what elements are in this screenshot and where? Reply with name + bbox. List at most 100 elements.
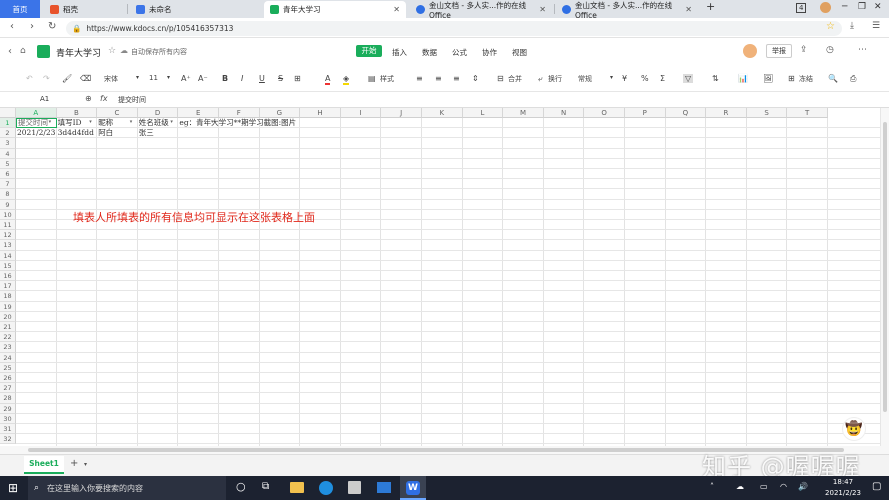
merge-icon[interactable]: ⊟	[497, 74, 504, 83]
align-left-icon[interactable]: ≡	[416, 74, 423, 83]
row-header[interactable]: 13	[0, 240, 16, 251]
search-icon[interactable]: 🔍	[828, 74, 838, 83]
tray-chevron-icon[interactable]: ˄	[710, 482, 714, 491]
filter-dropdown-icon[interactable]: ▾	[170, 119, 173, 125]
download-icon[interactable]: ⤓	[850, 21, 854, 31]
undo-icon[interactable]: ↶	[26, 74, 33, 83]
close-icon[interactable]: ✕	[393, 5, 400, 14]
row-header[interactable]: 20	[0, 311, 16, 322]
wrap-button[interactable]: 换行	[548, 74, 562, 84]
cortana-icon[interactable]: ○	[236, 480, 246, 493]
filter-dropdown-icon[interactable]: ▾	[49, 119, 52, 125]
chevron-down-icon[interactable]: ▾	[84, 461, 87, 468]
restore-icon[interactable]: ❐	[858, 2, 866, 12]
sheet-tab-active[interactable]: Sheet1	[24, 456, 64, 474]
sum-icon[interactable]: Σ	[660, 74, 665, 83]
row-header[interactable]: 19	[0, 301, 16, 312]
close-window-icon[interactable]: ✕	[874, 2, 882, 12]
row-header[interactable]: 31	[0, 424, 16, 435]
font-size-select[interactable]: 11	[149, 74, 158, 82]
underline-icon[interactable]: U	[259, 74, 265, 83]
tab-start[interactable]: 开始	[356, 45, 382, 57]
tab-data[interactable]: 数据	[422, 47, 437, 58]
user-avatar[interactable]	[743, 44, 757, 58]
clock-date[interactable]: 2021/2/23	[818, 489, 868, 497]
new-tab-button[interactable]: +	[706, 0, 715, 13]
file-explorer-icon[interactable]	[290, 482, 304, 493]
mail-icon[interactable]	[377, 482, 391, 493]
row-header[interactable]: 4	[0, 148, 16, 159]
row-header[interactable]: 29	[0, 403, 16, 414]
row-header[interactable]: 5	[0, 158, 16, 169]
row-header[interactable]: 18	[0, 291, 16, 302]
filter-dropdown-icon[interactable]: ▾	[130, 119, 133, 125]
close-icon[interactable]: ✕	[539, 5, 546, 14]
cell-b2[interactable]: 3d4d4fdd	[57, 128, 98, 138]
row-header[interactable]: 3	[0, 138, 16, 149]
tab-view[interactable]: 视图	[512, 47, 527, 58]
select-all-corner[interactable]	[0, 108, 16, 118]
tab-daoke[interactable]: 稻壳	[44, 1, 124, 18]
zoom-icon[interactable]: ⊕	[85, 94, 92, 103]
row-header[interactable]: 10	[0, 209, 16, 220]
tab-formula[interactable]: 公式	[452, 47, 467, 58]
volume-icon[interactable]: 🔊	[798, 482, 808, 491]
clear-format-icon[interactable]: ⌫	[80, 74, 91, 83]
print-icon[interactable]: ⎙	[850, 74, 856, 84]
close-icon[interactable]: ✕	[685, 5, 692, 14]
column-header[interactable]: G	[259, 108, 301, 118]
add-sheet-button[interactable]: +	[70, 458, 78, 469]
column-header[interactable]: M	[503, 108, 544, 118]
cloud-tray-icon[interactable]: ☁	[736, 482, 744, 491]
spreadsheet-grid[interactable]: ABCDEFGHIJKLMNOPQRST 1 2 3 4 5 6 7 8 9 10 11 12 13 14…	[0, 108, 880, 446]
column-header[interactable]: O	[584, 108, 625, 118]
row-header[interactable]: 32	[0, 434, 16, 445]
row-header[interactable]: 16	[0, 271, 16, 282]
row-header[interactable]: 14	[0, 250, 16, 261]
font-color-icon[interactable]: A	[325, 74, 331, 85]
column-header[interactable]: F	[219, 108, 260, 118]
column-header[interactable]: R	[706, 108, 747, 118]
favorite-star-icon[interactable]: ☆	[826, 21, 835, 32]
row-header[interactable]: 12	[0, 230, 16, 241]
history-icon[interactable]: ◷	[826, 45, 834, 55]
row-header[interactable]: 7	[0, 179, 16, 190]
taskbar-search-input[interactable]: ⌕ 在这里输入你要搜索的内容	[28, 476, 226, 500]
align-right-icon[interactable]: ≡	[453, 74, 460, 83]
star-icon[interactable]: ☆	[108, 46, 116, 56]
column-header[interactable]: K	[422, 108, 463, 118]
sort-icon[interactable]: ⇅	[712, 74, 719, 83]
vertical-scrollbar[interactable]	[880, 108, 889, 446]
column-header[interactable]: D	[137, 108, 179, 118]
report-button[interactable]: 举报	[766, 44, 792, 58]
column-header[interactable]: B	[56, 108, 98, 118]
freeze-icon[interactable]: ⊞	[788, 74, 795, 83]
column-header[interactable]: A	[16, 108, 57, 118]
row-header[interactable]: 23	[0, 342, 16, 353]
row-header[interactable]: 24	[0, 352, 16, 363]
share-icon[interactable]: ⇪	[800, 45, 808, 55]
column-header[interactable]: I	[340, 108, 382, 118]
image-icon[interactable]: 🖼	[763, 74, 773, 83]
row-header[interactable]: 26	[0, 373, 16, 384]
tab-home[interactable]: 首页	[0, 0, 40, 18]
fill-color-icon[interactable]: ◈	[343, 74, 350, 85]
formula-input[interactable]: 提交时间	[118, 95, 146, 105]
chart-icon[interactable]: 📊	[738, 74, 748, 83]
percent-icon[interactable]: %	[641, 74, 649, 83]
column-header[interactable]: C	[97, 108, 138, 118]
wrap-icon[interactable]: ⤶	[538, 74, 542, 84]
redo-icon[interactable]: ↷	[43, 74, 50, 83]
bold-icon[interactable]: B	[222, 74, 228, 83]
edge-icon[interactable]	[319, 481, 333, 495]
column-header[interactable]: P	[625, 108, 666, 118]
style-button[interactable]: 样式	[380, 74, 394, 84]
forward-icon[interactable]: ›	[30, 21, 34, 32]
column-header[interactable]: S	[746, 108, 788, 118]
row-header[interactable]: 15	[0, 260, 16, 271]
freeze-button[interactable]: 冻结	[799, 74, 813, 84]
style-icon[interactable]: ▤	[368, 74, 376, 83]
row-header[interactable]: 27	[0, 383, 16, 394]
menu-icon[interactable]: ☰	[872, 21, 880, 31]
tab-kdocs-2[interactable]: 金山文档 - 多人实...作的在线Office ✕	[556, 1, 698, 20]
